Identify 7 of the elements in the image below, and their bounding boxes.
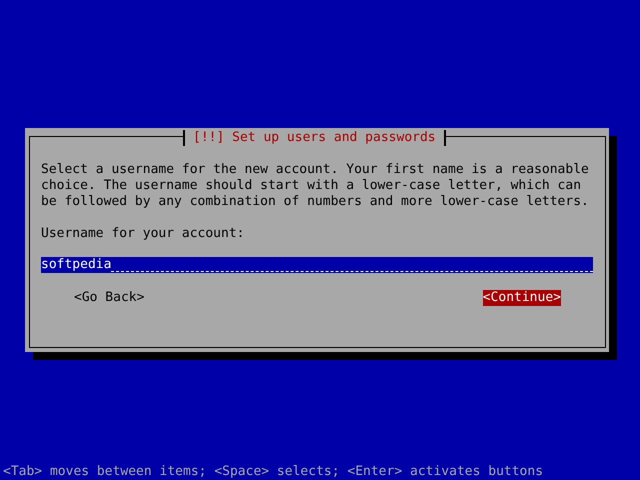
help-line: <Tab> moves between items; <Space> selects; <Enter> activates buttons <box>2 464 544 480</box>
dialog-button[interactable]: <Continue> <box>482 290 561 306</box>
field-label: Username for your account: <box>41 226 246 242</box>
dialog-button[interactable]: <Go Back> <box>74 290 144 306</box>
dialog-title: [!!] Set up users and passwords <box>183 130 446 146</box>
dialog-description: Select a username for the new account. Your first name is a reasonable choice. The username should start with a lower-case letter, which can be followed by any combination of numbers and more lower-case letters. <box>41 162 590 210</box>
username-field[interactable]: softpedia <box>41 257 593 273</box>
